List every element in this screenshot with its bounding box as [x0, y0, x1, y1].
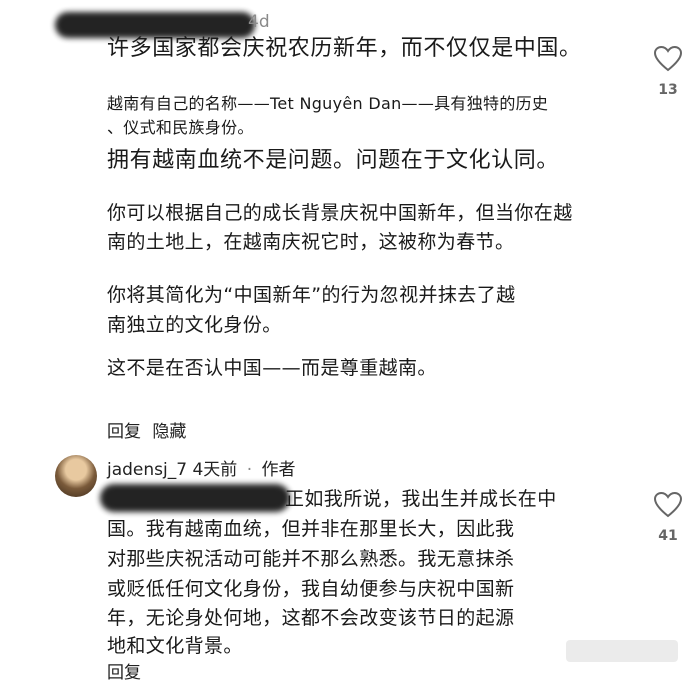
comment-line: 、仪式和民族身份。 — [107, 118, 254, 137]
comment-line: 年，无论身处何地，这都不会改变该节日的起源 — [107, 607, 515, 629]
avatar[interactable] — [55, 455, 97, 497]
like-count: 13 — [658, 82, 678, 98]
comment-line: 地和文化背景。 — [107, 635, 243, 657]
comment-line: 南独立的文化身份。 — [107, 314, 282, 336]
comment-time: 4天前 — [192, 460, 238, 480]
comment-line: 或贬低任何文化身份，我自幼便参与庆祝中国新 — [107, 578, 515, 600]
like-column: 13 — [648, 45, 688, 98]
comment-line: 这不是在否认中国——而是尊重越南。 — [107, 357, 437, 379]
username[interactable]: jadensj_7 — [107, 460, 187, 480]
reply-button[interactable]: 回复 — [107, 658, 141, 683]
heart-outline-icon[interactable] — [653, 491, 683, 518]
comment-line: 你可以根据自己的成长背景庆祝中国新年，但当你在越 — [107, 202, 573, 224]
comment-header: jadensj_7 4天前 · 作者 — [107, 455, 296, 480]
watermark — [566, 640, 678, 662]
comment-line: 对那些庆祝活动可能并不那么熟悉。我无意抹杀 — [107, 548, 515, 570]
separator-dot: · — [246, 460, 253, 480]
redacted-mention — [100, 484, 290, 512]
comment-actions: 回复 隐藏 — [107, 417, 192, 442]
like-column: 41 — [648, 491, 688, 544]
comment-line: 正如我所说，我出生并成长在中 — [285, 488, 557, 510]
reply-button[interactable]: 回复 — [107, 422, 141, 442]
author-badge: 作者 — [261, 460, 296, 480]
comment-line: 越南有自己的名称——Tet Nguyên Dan——具有独特的历史 — [107, 94, 549, 113]
hide-button[interactable]: 隐藏 — [152, 422, 186, 442]
comment-time: 4d — [248, 12, 270, 32]
comment-line: 你将其简化为“中国新年”的行为忽视并抹去了越 — [107, 284, 516, 306]
comment-line: 拥有越南血统不是问题。问题在于文化认同。 — [107, 148, 560, 173]
like-count: 41 — [658, 528, 678, 544]
comment-line: 南的土地上，在越南庆祝它时，这被称为春节。 — [107, 231, 515, 253]
heart-outline-icon[interactable] — [653, 45, 683, 72]
comment-line: 许多国家都会庆祝农历新年，而不仅仅是中国。 — [107, 36, 582, 61]
comment-line: 国。我有越南血统，但并非在那里长大，因此我 — [107, 518, 515, 540]
